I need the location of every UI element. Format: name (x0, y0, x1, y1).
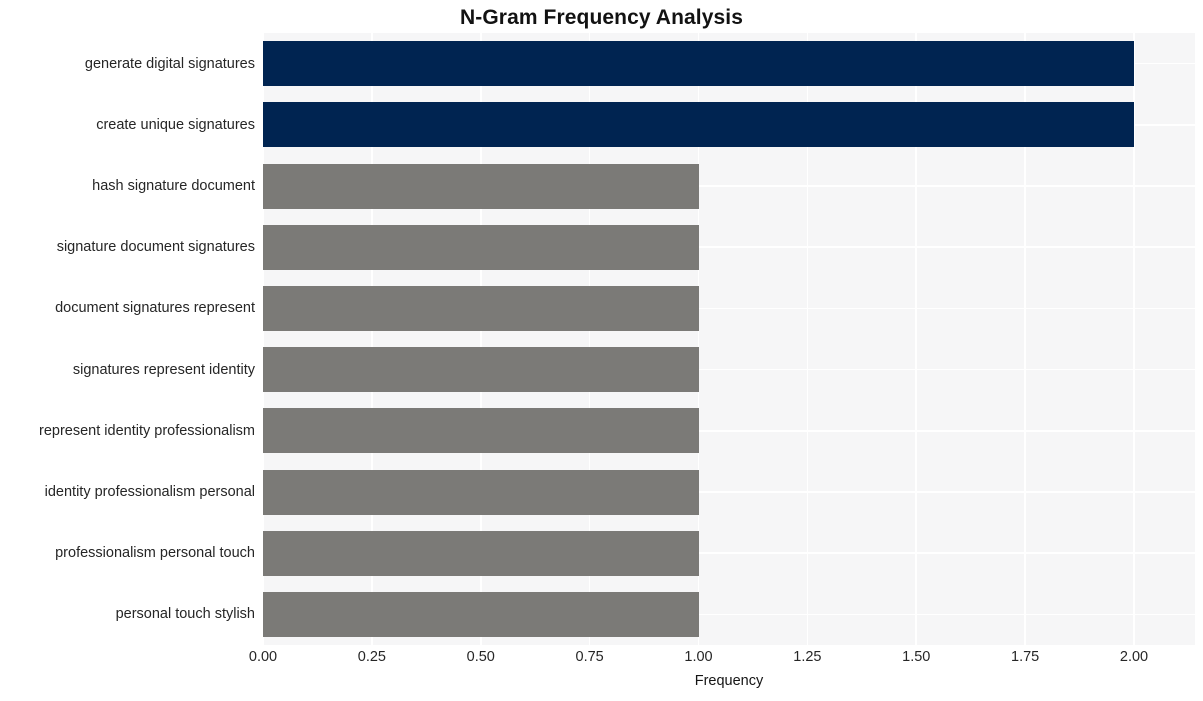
bar (263, 347, 699, 393)
x-axis-tick-label: 0.75 (575, 649, 604, 665)
x-axis-tick-label: 1.50 (902, 649, 931, 665)
x-axis-tick-label: 0.25 (357, 649, 386, 665)
ngram-frequency-chart: N-Gram Frequency Analysis generate digit… (0, 0, 1203, 701)
bar (263, 224, 699, 270)
y-axis-tick-label: create unique signatures (96, 116, 255, 133)
bar (263, 469, 699, 515)
x-axis-tick-label: 0.50 (466, 649, 495, 665)
y-axis-tick-labels: generate digital signatures create unique… (0, 33, 255, 645)
bar-series (263, 33, 1195, 645)
x-axis-tick-labels: 0.00 0.25 0.50 0.75 1.00 1.25 1.50 1.75 2.00 (249, 649, 1195, 671)
y-axis-tick-label: professionalism personal touch (55, 545, 255, 562)
y-axis-tick-label: document signatures represent (55, 300, 255, 317)
y-axis-tick-label: represent identity professionalism (39, 422, 255, 439)
y-axis-tick-label: generate digital signatures (84, 55, 255, 72)
chart-title: N-Gram Frequency Analysis (460, 6, 743, 29)
y-axis-tick-label: identity professionalism personal (44, 484, 255, 500)
y-axis-tick-label: signatures represent identity (72, 361, 255, 378)
y-axis-tick-label: personal touch stylish (115, 606, 255, 623)
bar (263, 102, 1135, 148)
x-axis-tick-label: 0.00 (248, 649, 278, 665)
x-axis-tick-label: 2.00 (1119, 649, 1149, 665)
bar (263, 163, 699, 209)
y-axis-tick-label: signature document signatures (56, 239, 255, 256)
plot-area (263, 33, 1195, 645)
bar (263, 408, 699, 454)
bar (263, 591, 699, 637)
x-axis-tick-label: 1.75 (1011, 649, 1040, 665)
x-axis-tick-label: 1.25 (793, 649, 822, 665)
x-axis-tick-label: 1.00 (684, 649, 713, 665)
x-axis-title: Frequency (694, 673, 764, 689)
bar (263, 285, 699, 331)
bar (263, 41, 1135, 87)
bar (263, 530, 699, 576)
y-axis-tick-label: hash signature document (92, 178, 255, 194)
